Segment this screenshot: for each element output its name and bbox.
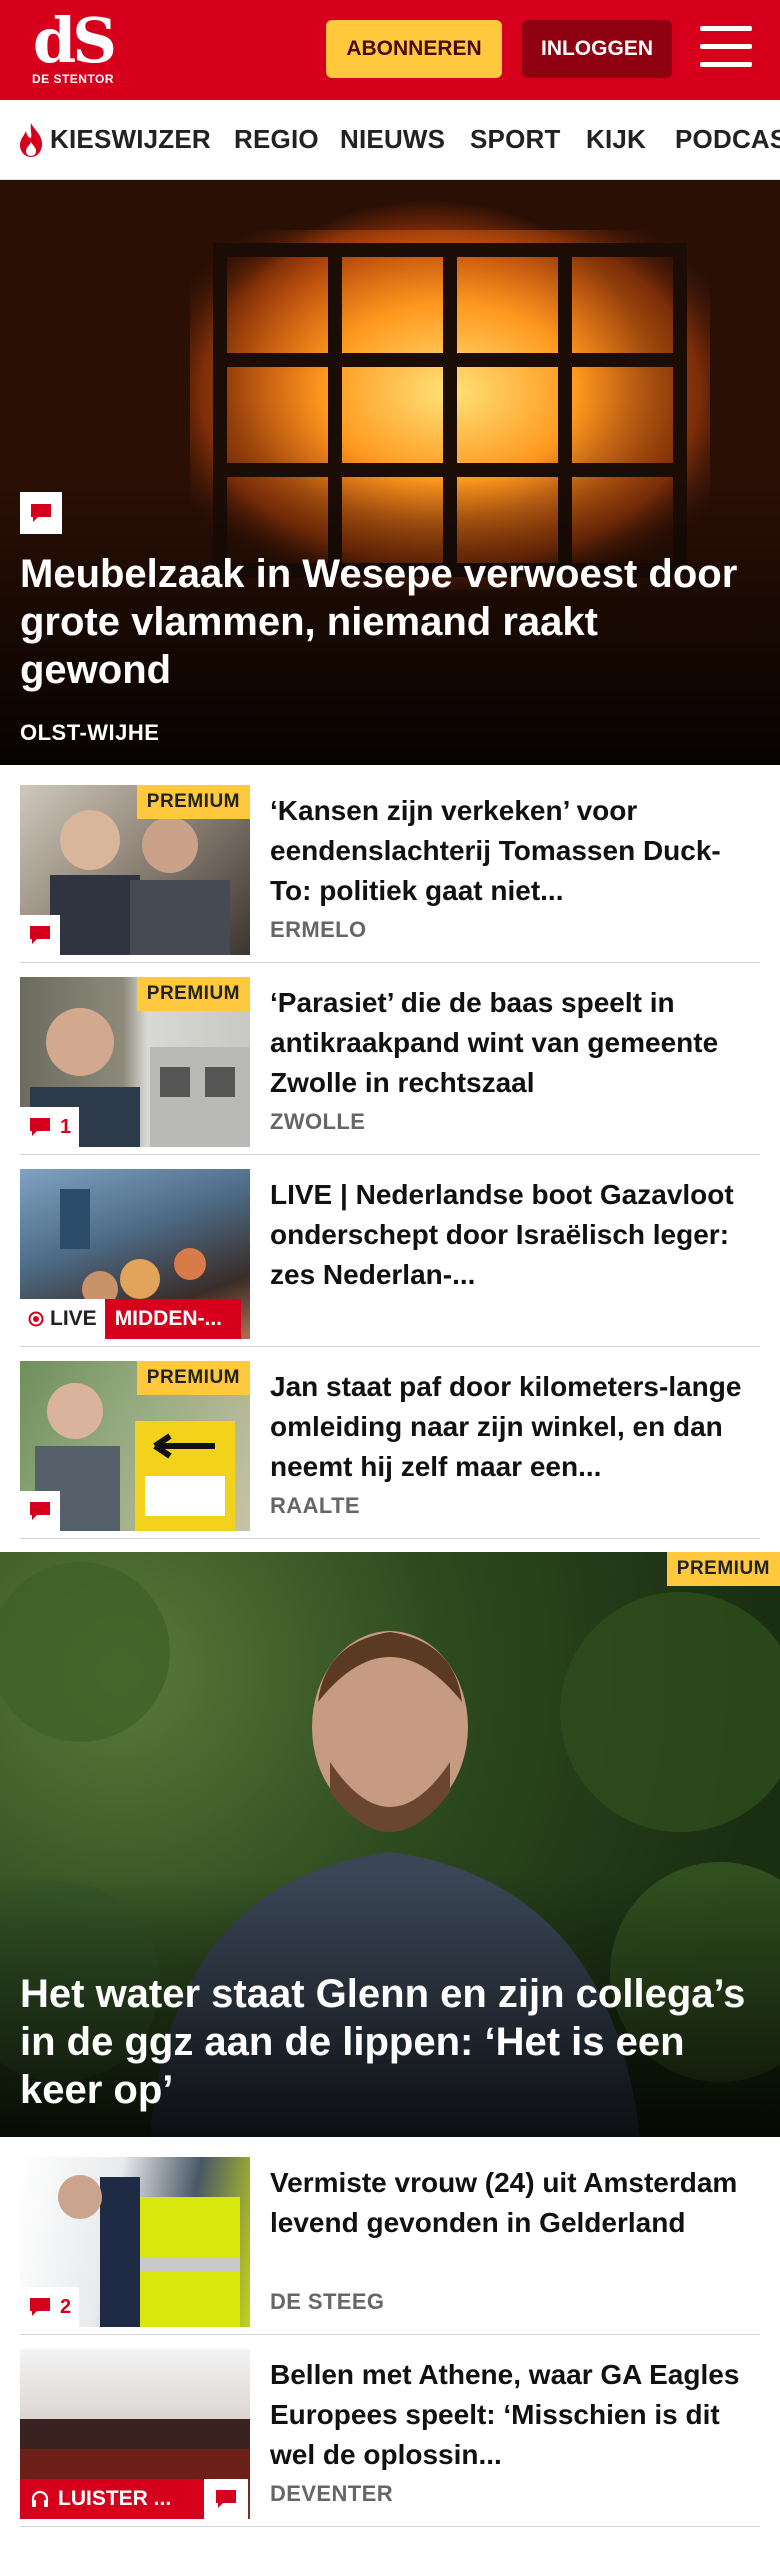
hero-kicker: OLST-WIJHE bbox=[20, 720, 160, 745]
article-kicker: ZWOLLE bbox=[270, 1109, 366, 1134]
article-thumbnail: LUISTER ... bbox=[20, 2349, 250, 2519]
live-label: LIVE bbox=[50, 1307, 97, 1330]
article-kicker: DEVENTER bbox=[270, 2481, 393, 2506]
nav-item-nieuws[interactable]: NIEUWS bbox=[340, 124, 445, 155]
article-kicker: RAALTE bbox=[270, 1493, 360, 1518]
list-item[interactable]: 2 Vermiste vrouw (24) uit Amsterdam leve… bbox=[20, 2157, 760, 2335]
headphones-icon bbox=[31, 2490, 49, 2507]
article-title[interactable]: ‘Parasiet’ die de baas speelt in antikra… bbox=[270, 983, 760, 1103]
article-thumbnail: PREMIUM 1 bbox=[20, 977, 250, 1147]
hero-title[interactable]: Meubelzaak in Wesepe verwoest door grote… bbox=[20, 550, 760, 694]
flame-icon bbox=[20, 123, 42, 157]
comment-count: 2 bbox=[60, 2295, 72, 2318]
comment-count: 1 bbox=[60, 1115, 72, 1138]
logo-mark: dS bbox=[32, 4, 117, 77]
top-header: dS DE STENTOR ABONNEREN INLOGGEN bbox=[0, 0, 780, 100]
hero-article[interactable]: Meubelzaak in Wesepe verwoest door grote… bbox=[0, 180, 780, 765]
article-title[interactable]: Vermiste vrouw (24) uit Amsterdam levend… bbox=[270, 2163, 760, 2243]
nav-item-kieswijzer[interactable]: KIESWIJZER bbox=[50, 124, 211, 155]
article-title[interactable]: ‘Kansen zijn verkeken’ voor eendenslacht… bbox=[270, 791, 760, 911]
list-item[interactable]: PREMIUM 1 ‘Parasiet’ die de baas speelt … bbox=[20, 977, 760, 1155]
logo-text: DE STENTOR bbox=[31, 72, 115, 86]
premium-badge: PREMIUM bbox=[136, 1361, 250, 1395]
article-title[interactable]: Jan staat paf door kilometers-lange omle… bbox=[270, 1367, 760, 1487]
listen-badge[interactable]: LUISTER ... bbox=[20, 2479, 248, 2519]
list-item[interactable]: LUISTER ... Bellen met Athene, waar GA E… bbox=[20, 2349, 760, 2527]
hamburger-menu-icon[interactable] bbox=[700, 24, 752, 70]
premium-badge: PREMIUM bbox=[136, 785, 250, 819]
nav-item-sport[interactable]: SPORT bbox=[470, 124, 561, 155]
login-button[interactable]: INLOGGEN bbox=[522, 20, 672, 78]
comment-icon bbox=[30, 1502, 50, 1520]
article-thumbnail: PREMIUM bbox=[20, 785, 250, 955]
live-badge: LIVE MIDDEN-... bbox=[20, 1299, 241, 1339]
feature-title[interactable]: Het water staat Glenn en zijn collega’s … bbox=[20, 1970, 770, 2114]
site-logo[interactable]: dS DE STENTOR bbox=[28, 10, 118, 90]
comment-icon bbox=[30, 1118, 50, 1136]
premium-badge: PREMIUM bbox=[136, 977, 250, 1011]
comment-icon bbox=[216, 2490, 236, 2508]
main-nav: KIESWIJZER REGIO NIEUWS SPORT KIJK PODCA… bbox=[0, 100, 780, 180]
article-thumbnail: 2 bbox=[20, 2157, 250, 2327]
article-title[interactable]: Bellen met Athene, waar GA Eagles Europe… bbox=[270, 2355, 760, 2475]
list-item[interactable]: LIVE MIDDEN-... LIVE | Nederlandse boot … bbox=[20, 1169, 760, 1347]
article-thumbnail: LIVE MIDDEN-... bbox=[20, 1169, 250, 1339]
article-kicker: DE STEEG bbox=[270, 2289, 385, 2314]
premium-badge: PREMIUM bbox=[666, 1552, 780, 1586]
region-label: MIDDEN-... bbox=[104, 1299, 241, 1339]
comment-count-badge: 2 bbox=[20, 2287, 80, 2327]
article-title[interactable]: LIVE | Nederlandse boot Gazavloot onders… bbox=[270, 1175, 760, 1295]
nav-item-kijk[interactable]: KIJK bbox=[586, 124, 646, 155]
comment-icon bbox=[20, 492, 62, 534]
list-item[interactable]: PREMIUM ‘Kansen zijn verkeken’ voor eend… bbox=[20, 785, 760, 963]
comment-count-badge bbox=[20, 915, 60, 955]
comment-count-badge bbox=[20, 1491, 60, 1531]
nav-item-regio[interactable]: REGIO bbox=[234, 124, 319, 155]
comment-icon bbox=[30, 2298, 50, 2316]
article-thumbnail: PREMIUM bbox=[20, 1361, 250, 1531]
list-item[interactable]: PREMIUM Jan staat paf door kilometers-la… bbox=[20, 1361, 760, 1539]
feature-article[interactable]: PREMIUM Het water staat Glenn en zijn co… bbox=[0, 1552, 780, 2137]
article-kicker: ERMELO bbox=[270, 917, 367, 942]
comment-count-badge: 1 bbox=[20, 1107, 80, 1147]
live-dot-icon bbox=[28, 1311, 44, 1327]
comment-icon bbox=[30, 926, 50, 944]
listen-label: LUISTER ... bbox=[58, 2487, 172, 2510]
subscribe-button[interactable]: ABONNEREN bbox=[326, 20, 502, 78]
nav-item-podcast[interactable]: PODCAS bbox=[675, 124, 780, 155]
